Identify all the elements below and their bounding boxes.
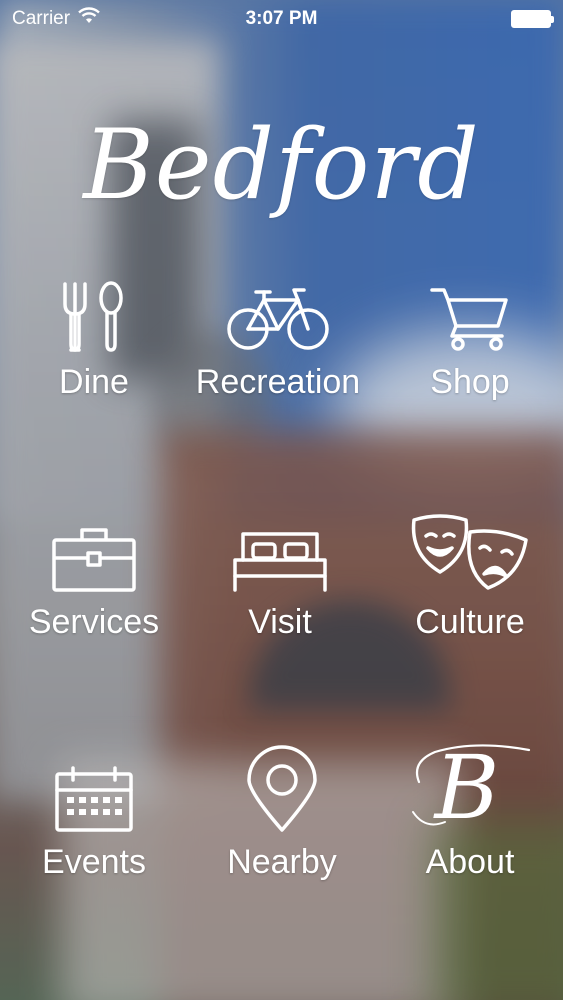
battery-icon bbox=[511, 10, 554, 28]
bedford-b-icon: B bbox=[410, 736, 531, 839]
menu-item-label: Culture bbox=[415, 603, 525, 641]
menu-item-label: About bbox=[425, 843, 515, 881]
menu-item-about[interactable]: B About bbox=[376, 736, 563, 892]
menu-item-label: Dine bbox=[59, 363, 129, 401]
menu-item-visit[interactable]: Visit bbox=[186, 512, 374, 652]
carrier-label: Carrier bbox=[12, 8, 71, 29]
menu-item-label: Recreation bbox=[195, 363, 361, 401]
fork-spoon-icon bbox=[34, 272, 154, 352]
theater-masks-icon bbox=[410, 512, 530, 592]
menu-item-shop[interactable]: Shop bbox=[376, 272, 563, 412]
calendar-icon bbox=[34, 752, 154, 832]
menu-item-nearby[interactable]: Nearby bbox=[188, 745, 376, 892]
shopping-cart-icon bbox=[410, 272, 530, 352]
menu-item-services[interactable]: Services bbox=[0, 512, 188, 652]
bedford-logo: Bedford bbox=[83, 109, 480, 221]
location-pin-icon bbox=[222, 745, 342, 832]
menu-item-label: Events bbox=[42, 843, 146, 881]
menu-item-label: Visit bbox=[248, 603, 312, 641]
menu-item-culture[interactable]: Culture bbox=[376, 512, 563, 652]
menu-item-dine[interactable]: Dine bbox=[0, 272, 188, 412]
bicycle-icon bbox=[218, 272, 338, 352]
briefcase-icon bbox=[34, 512, 154, 592]
menu-item-recreation[interactable]: Recreation bbox=[184, 272, 372, 412]
bed-icon bbox=[220, 512, 340, 592]
menu-item-label: Shop bbox=[430, 363, 510, 401]
menu-item-label: Nearby bbox=[227, 843, 337, 881]
wifi-icon bbox=[78, 7, 100, 30]
menu-item-events[interactable]: Events bbox=[0, 752, 188, 892]
status-bar: Carrier 3:07 PM bbox=[0, 0, 563, 38]
menu-item-label: Services bbox=[28, 603, 160, 641]
